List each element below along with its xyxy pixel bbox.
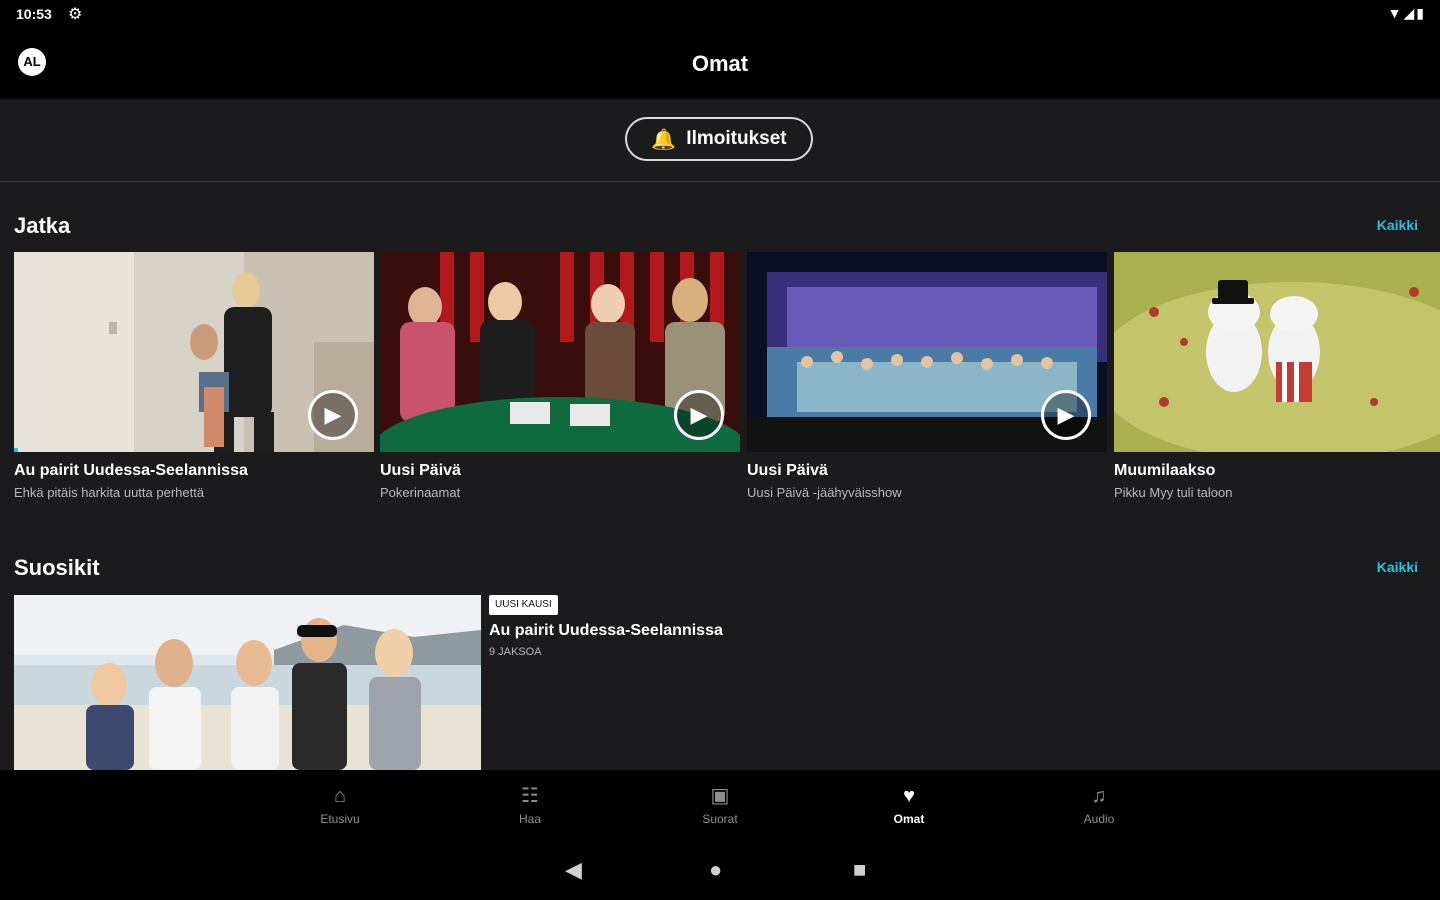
section-title-favorites: Suosikit <box>14 555 100 580</box>
continue-row: ▶ Au pairit Uudessa-Seelannissa Ehkä pit… <box>14 252 1440 512</box>
status-badge: UUSI KAUSI <box>489 595 558 615</box>
nav-item-omat[interactable]: ♥ Omat <box>854 784 964 826</box>
card-title: Au pairit Uudessa-Seelannissa <box>14 462 248 479</box>
continue-all-link[interactable]: Kaikki <box>1377 217 1418 233</box>
page-title: Omat <box>691 51 749 76</box>
notifications-button[interactable]: 🔔 Ilmoitukset <box>625 117 813 161</box>
continue-card-1[interactable]: ▶ Au pairit Uudessa-Seelannissa Ehkä pit… <box>14 252 374 500</box>
thumbnail-image: ▶ <box>1114 252 1440 452</box>
status-icons: ▼◢▮ <box>1387 5 1426 21</box>
nav-item-haa[interactable]: ☷ Haa <box>475 784 585 826</box>
back-icon[interactable]: ◀ <box>565 857 582 883</box>
home-button-icon[interactable]: ● <box>709 857 722 883</box>
heart-icon: ♥ <box>903 785 915 807</box>
favorite-title: Au pairit Uudessa-Seelannissa <box>489 622 723 639</box>
thumbnail-image: ▶ <box>380 252 740 452</box>
play-icon[interactable]: ▶ <box>674 390 724 440</box>
notifications-label: Ilmoitukset <box>686 128 787 149</box>
card-title: Uusi Päivä <box>747 462 828 479</box>
favorites-all-link[interactable]: Kaikki <box>1377 559 1418 575</box>
status-bar: 10:53 ⚙ ▼◢▮ <box>0 0 1440 28</box>
card-subtitle: Uusi Päivä -jäähyväisshow <box>747 485 902 500</box>
card-subtitle: Ehkä pitäis harkita uutta perhettä <box>14 485 205 500</box>
nav-label: Etusivu <box>320 812 360 826</box>
continue-card-4[interactable]: ▶ Muumilaakso Pikku Myy tuli taloon <box>1114 252 1440 500</box>
nav-item-audio[interactable]: ♫ Audio <box>1044 784 1154 826</box>
thumbnail-image <box>14 595 481 770</box>
continue-card-3[interactable]: ▶ Uusi Päivä Uusi Päivä -jäähyväisshow <box>747 252 1107 500</box>
notifications-area: 🔔 Ilmoitukset <box>0 99 1440 182</box>
home-icon: ⌂ <box>333 785 347 807</box>
system-nav-bar: ◀ ● ■ <box>0 845 1440 900</box>
card-subtitle: Pikku Myy tuli taloon <box>1114 485 1233 500</box>
play-icon[interactable]: ▶ <box>1041 390 1091 440</box>
bell-icon: 🔔 <box>651 128 677 151</box>
favorite-subtitle: 9 JAKSOA <box>489 646 542 658</box>
gear-icon: ⚙ <box>68 6 83 23</box>
card-subtitle: Pokerinaamat <box>380 485 461 500</box>
nav-label: Suorat <box>702 812 738 826</box>
bottom-nav: ⌂ Etusivu ☷ Haa ▣ Suorat ♥ Omat ♫ Audio <box>0 770 1440 845</box>
nav-label: Haa <box>518 812 541 826</box>
play-icon[interactable]: ▶ <box>308 390 358 440</box>
nav-label: Audio <box>1083 812 1115 826</box>
nav-item-suorat[interactable]: ▣ Suorat <box>665 784 775 826</box>
watch-progress-bar <box>14 448 18 452</box>
continue-card-2[interactable]: ▶ Uusi Päivä Pokerinaamat <box>380 252 740 500</box>
card-title: Muumilaakso <box>1114 462 1216 479</box>
favorite-item[interactable]: UUSI KAUSI Au pairit Uudessa-Seelannissa… <box>14 595 1434 770</box>
live-tv-icon: ▣ <box>710 785 730 807</box>
thumbnail-image: ▶ <box>747 252 1107 452</box>
section-title-continue: Jatka <box>14 213 71 238</box>
headphones-icon: ♫ <box>1091 785 1107 807</box>
search-icon: ☷ <box>521 785 539 807</box>
status-time: 10:53 <box>16 6 52 22</box>
nav-item-etusivu[interactable]: ⌂ Etusivu <box>285 784 395 826</box>
card-title: Uusi Päivä <box>380 462 461 479</box>
recents-icon[interactable]: ■ <box>853 857 866 883</box>
nav-label: Omat <box>893 812 925 826</box>
thumbnail-image: ▶ <box>14 252 374 452</box>
app-bar: AL Omat <box>0 28 1440 99</box>
